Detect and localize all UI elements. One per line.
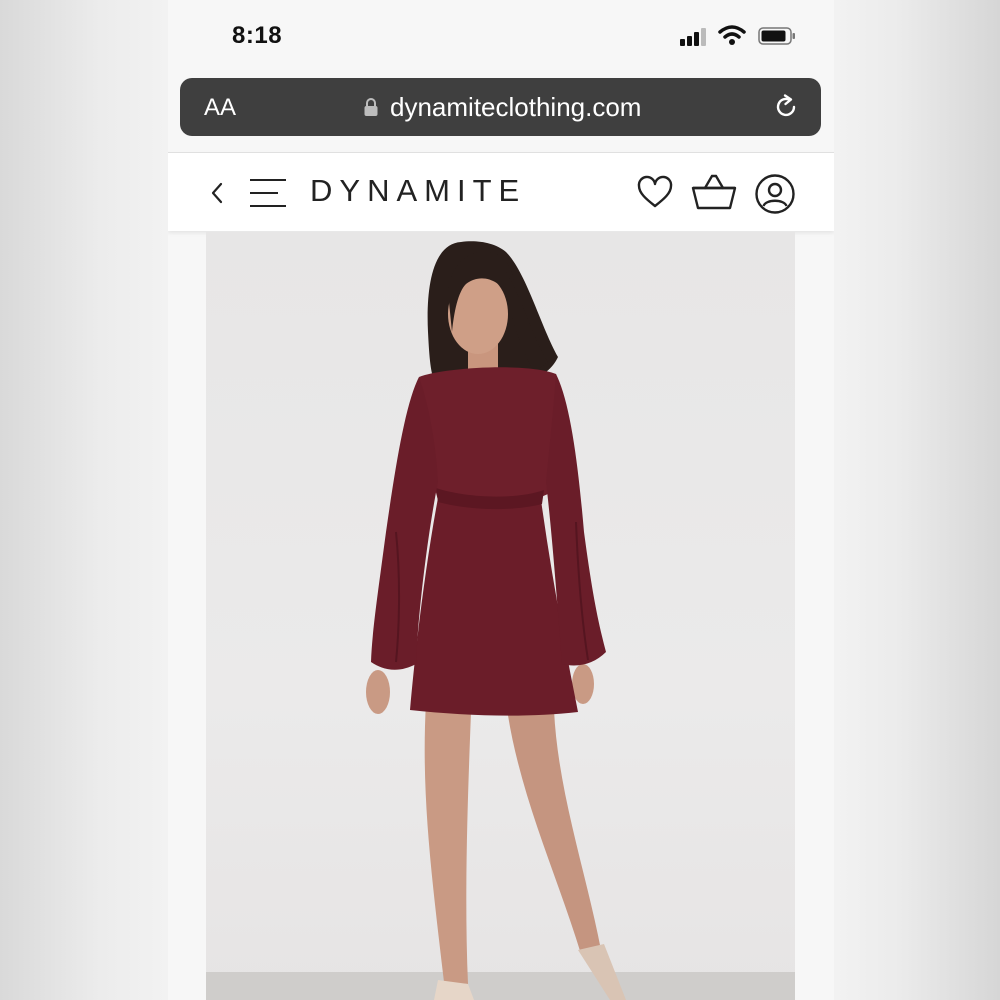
chevron-left-icon[interactable] xyxy=(210,181,224,205)
cellular-signal-icon xyxy=(680,28,710,46)
wifi-icon xyxy=(718,25,746,45)
shopping-bag-icon[interactable] xyxy=(690,173,738,211)
background-left xyxy=(0,0,168,1000)
text-size-button[interactable]: AA xyxy=(204,94,236,122)
url-text[interactable]: dynamiteclothing.com xyxy=(390,92,641,123)
brand-logo[interactable]: DYNAMITE xyxy=(310,173,526,209)
status-time: 8:18 xyxy=(232,22,283,49)
lock-icon xyxy=(364,98,378,116)
model-figure xyxy=(366,241,626,1000)
hamburger-menu-icon[interactable] xyxy=(248,177,288,209)
site-header: DYNAMITE xyxy=(168,152,834,231)
user-icon[interactable] xyxy=(754,173,796,215)
background-right xyxy=(834,0,1000,1000)
phone-screen: 8:18 AA dynamiteclothing.com DYNAMITE xyxy=(168,0,834,1000)
reload-icon[interactable] xyxy=(772,93,800,121)
battery-icon xyxy=(758,27,795,45)
product-image[interactable] xyxy=(206,232,795,1000)
address-bar[interactable]: AA dynamiteclothing.com xyxy=(180,78,821,136)
heart-icon[interactable] xyxy=(636,175,674,209)
